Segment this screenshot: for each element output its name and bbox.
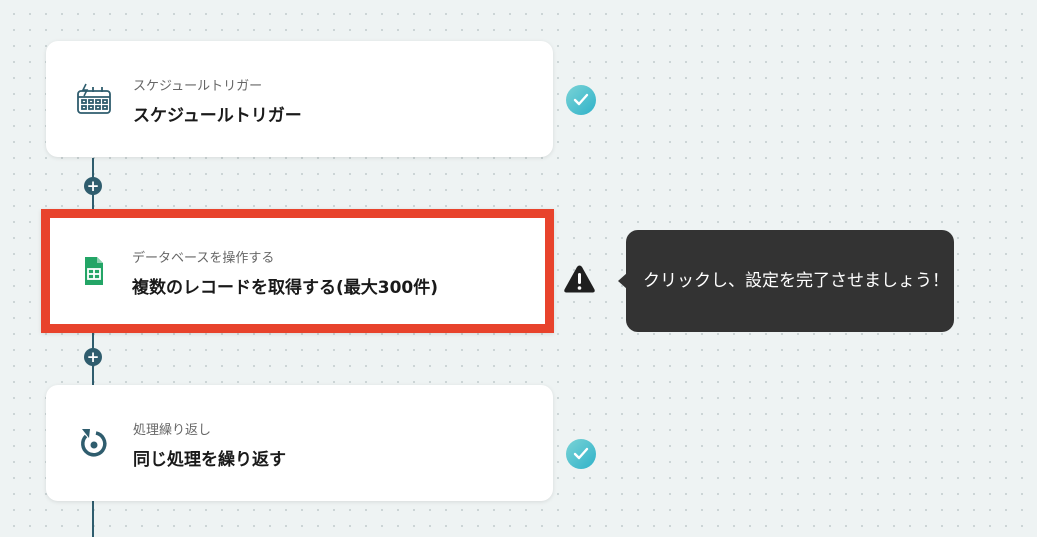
step-subtitle: 処理繰り返し xyxy=(133,423,212,438)
step-card-get-records[interactable]: データベースを操作する 複数のレコードを取得する(最大300件) xyxy=(41,209,554,333)
check-complete-icon xyxy=(566,85,596,115)
step-card-loop[interactable]: 処理繰り返し 同じ処理を繰り返す xyxy=(46,385,553,501)
schedule-calendar-icon xyxy=(76,81,112,117)
add-step-button[interactable]: + xyxy=(84,177,102,195)
step-card-schedule-trigger[interactable]: スケジュールトリガー スケジュールトリガー xyxy=(46,41,553,157)
add-step-button[interactable]: + xyxy=(84,348,102,366)
warning-icon xyxy=(563,264,596,294)
step-title: スケジュールトリガー xyxy=(133,106,302,126)
check-complete-icon xyxy=(566,439,596,469)
loop-repeat-icon xyxy=(76,425,112,461)
step-subtitle: スケジュールトリガー xyxy=(133,79,263,94)
setup-hint-tooltip: クリックし、設定を完了させましょう！ xyxy=(626,230,954,332)
step-subtitle: データベースを操作する xyxy=(132,251,275,266)
google-sheets-icon xyxy=(75,253,111,289)
tooltip-text: クリックし、設定を完了させましょう！ xyxy=(643,271,949,291)
step-title: 同じ処理を繰り返す xyxy=(133,450,286,470)
flow-connector-line xyxy=(92,501,94,537)
step-title: 複数のレコードを取得する(最大300件) xyxy=(132,278,439,298)
